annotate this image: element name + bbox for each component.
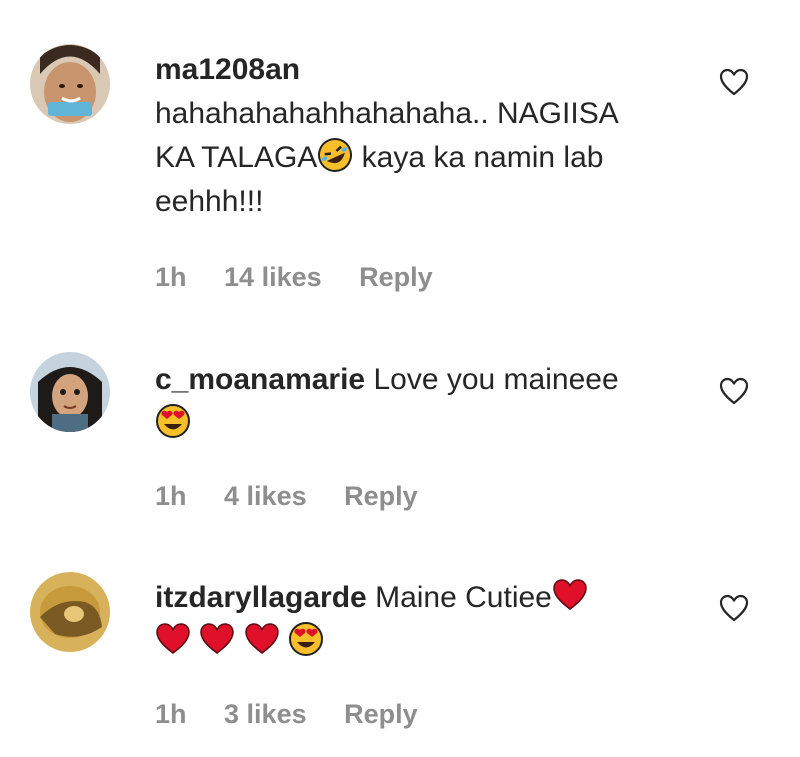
comment-username[interactable]: ma1208an bbox=[155, 53, 300, 86]
comment-text: Love you maineee bbox=[365, 363, 619, 396]
like-button[interactable] bbox=[718, 592, 750, 624]
red-heart-icon bbox=[552, 577, 588, 613]
comment-meta: 1h 4 likes Reply bbox=[155, 481, 448, 512]
heart-outline-icon bbox=[719, 377, 749, 405]
comment-meta: 1h 14 likes Reply bbox=[155, 262, 463, 293]
comment-meta: 1h 3 likes Reply bbox=[155, 699, 448, 730]
comment-text-line: eehhh!!! bbox=[155, 185, 264, 218]
comment-time: 1h bbox=[155, 699, 187, 729]
comment-username[interactable]: itzdaryllagarde bbox=[155, 581, 367, 614]
red-heart-icon bbox=[244, 621, 280, 657]
red-heart-icon bbox=[199, 621, 235, 657]
comment-text: kaya ka namin lab bbox=[353, 141, 604, 174]
comment-username[interactable]: c_moanamarie bbox=[155, 363, 365, 396]
comment-text-line: KA TALAGA kaya ka namin lab bbox=[155, 136, 675, 180]
heart-outline-icon bbox=[719, 68, 749, 96]
like-button[interactable] bbox=[718, 375, 750, 407]
rolling-on-floor-laughing-icon bbox=[317, 137, 353, 173]
red-heart-icon bbox=[155, 621, 191, 657]
comment-body: ma1208an hahahahahahhahahaha.. NAGIISA K… bbox=[155, 48, 675, 224]
reply-button[interactable]: Reply bbox=[344, 699, 418, 729]
heart-eyes-icon bbox=[155, 403, 191, 439]
comment-likes[interactable]: 4 likes bbox=[224, 481, 307, 511]
heart-outline-icon bbox=[719, 594, 749, 622]
comment-text: Maine Cutiee bbox=[366, 581, 552, 614]
avatar[interactable] bbox=[30, 44, 110, 124]
reply-button[interactable]: Reply bbox=[359, 262, 433, 292]
comment-likes[interactable]: 3 likes bbox=[224, 699, 307, 729]
comment-likes[interactable]: 14 likes bbox=[224, 262, 322, 292]
comment-time: 1h bbox=[155, 262, 187, 292]
comment-body: c_moanamarie Love you maineee bbox=[155, 358, 675, 446]
reply-button[interactable]: Reply bbox=[344, 481, 418, 511]
comment-text: KA TALAGA bbox=[155, 141, 318, 174]
like-button[interactable] bbox=[718, 66, 750, 98]
avatar[interactable] bbox=[30, 352, 110, 432]
heart-eyes-icon bbox=[288, 621, 324, 657]
comment-text-line: hahahahahahhahahaha.. NAGIISA bbox=[155, 97, 619, 130]
comment-time: 1h bbox=[155, 481, 187, 511]
avatar[interactable] bbox=[30, 572, 110, 652]
comment-body: itzdaryllagarde Maine Cutiee bbox=[155, 576, 675, 664]
